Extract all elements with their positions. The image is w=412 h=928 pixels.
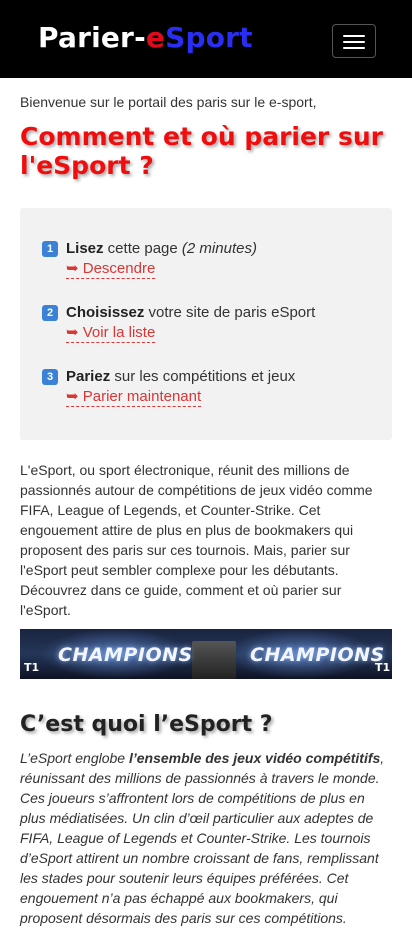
banner-word: CHAMPIONS — [250, 644, 385, 666]
top-navbar: Parier-eSport — [0, 0, 412, 78]
site-logo[interactable]: Parier-eSport — [38, 20, 253, 56]
step-item-1: 1 Lisez cette page (2 minutes) ➥ Descendr… — [42, 238, 257, 279]
section-bold: l’ensemble des jeux vidéo compétitifs — [128, 750, 381, 766]
step-bold: Pariez — [66, 368, 111, 385]
logo-part-sport: Sport — [165, 21, 253, 54]
champions-banner-image: T1 CHAMPIONS CHAMPIONS T1 — [20, 629, 392, 679]
step-item-3: 3 Pariez sur les compétitions et jeux ➥ P… — [42, 366, 295, 407]
step-item-2: 2 Choisissez votre site de paris eSport ➥… — [42, 302, 315, 343]
arrow-icon: ➥ — [66, 260, 79, 277]
step-italic: (2 minutes) — [181, 240, 257, 257]
hamburger-bar — [343, 47, 365, 49]
link-parier-maintenant[interactable]: ➥ Parier maintenant — [66, 387, 202, 407]
banner-stage — [192, 641, 236, 679]
step-line: 2 Choisissez votre site de paris eSport — [42, 302, 315, 323]
step-line: 1 Lisez cette page (2 minutes) — [42, 238, 257, 259]
arrow-icon: ➥ — [66, 388, 79, 405]
link-label: Voir la liste — [82, 324, 156, 341]
keycap-1-icon: 1 — [42, 241, 58, 257]
page-title: Comment et où parier sur l'eSport ? — [20, 122, 383, 180]
section-rest: , réunissant des millions de passionnés … — [20, 750, 385, 926]
logo-part-parier: Parier- — [38, 21, 146, 54]
step-text: cette page — [103, 240, 182, 257]
banner-word: CHAMPIONS — [58, 644, 193, 666]
intro-paragraph: L'eSport, ou sport électronique, réunit … — [20, 462, 373, 618]
link-descendre[interactable]: ➥ Descendre — [66, 259, 156, 279]
link-label: Parier maintenant — [82, 388, 202, 405]
step-bold: Lisez — [66, 240, 104, 257]
logo-part-e: e — [145, 21, 166, 54]
section-lead: L’eSport englobe — [20, 750, 129, 766]
section-title: C’est quoi l’eSport ? — [20, 712, 273, 737]
keycap-2-icon: 2 — [42, 305, 58, 321]
arrow-icon: ➥ — [66, 324, 79, 341]
step-line: 3 Pariez sur les compétitions et jeux — [42, 366, 295, 387]
banner-team-tag: T1 — [24, 661, 40, 674]
welcome-text: Bienvenue sur le portail des paris sur l… — [20, 94, 317, 110]
steps-box: 1 Lisez cette page (2 minutes) ➥ Descendr… — [20, 208, 392, 440]
step-text: sur les compétitions et jeux — [110, 368, 296, 385]
link-label: Descendre — [82, 260, 156, 277]
hamburger-icon[interactable] — [332, 24, 376, 58]
step-bold: Choisissez — [66, 304, 145, 321]
keycap-3-icon: 3 — [42, 369, 58, 385]
link-voir-la-liste[interactable]: ➥ Voir la liste — [66, 323, 156, 343]
section-paragraph: L’eSport englobe l’ensemble des jeux vid… — [20, 748, 392, 928]
step-text: votre site de paris eSport — [144, 304, 316, 321]
hamburger-bar — [343, 35, 365, 37]
hamburger-bar — [343, 41, 365, 43]
banner-team-tag: T1 — [375, 661, 391, 674]
